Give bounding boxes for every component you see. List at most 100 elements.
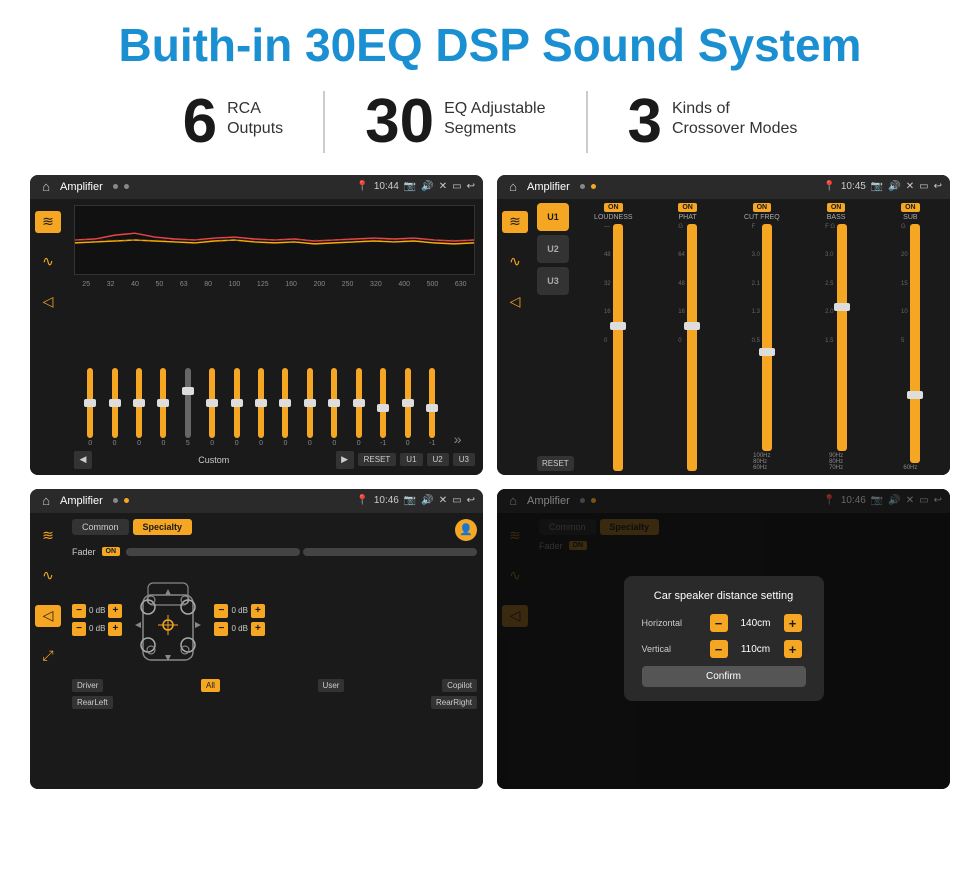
horizontal-plus[interactable]: + bbox=[784, 614, 802, 632]
eq-slider-3[interactable]: 0 bbox=[160, 368, 166, 447]
left-top-minus[interactable]: − bbox=[72, 604, 86, 618]
close-icon-2[interactable]: ✕ bbox=[906, 181, 914, 192]
eq-sidebar-icon[interactable]: ≋ bbox=[35, 211, 61, 233]
eq-next-button[interactable]: ▶ bbox=[336, 451, 354, 469]
eq-slider-9[interactable]: 0 bbox=[307, 368, 313, 447]
home-icon-3[interactable]: ⌂ bbox=[38, 493, 54, 509]
eq-reset-button[interactable]: RESET bbox=[358, 453, 397, 466]
all-button[interactable]: All bbox=[201, 679, 220, 692]
right-bottom-minus[interactable]: − bbox=[214, 622, 228, 636]
eq-slider-6[interactable]: 0 bbox=[234, 368, 240, 447]
fader-wave-icon[interactable]: ∿ bbox=[35, 565, 61, 587]
eq-sliders-row: 0 0 0 0 bbox=[74, 292, 475, 447]
back-icon-3[interactable]: ↩ bbox=[467, 495, 475, 506]
fader-text-label: Fader bbox=[72, 547, 96, 557]
crossover-screen-content: ≋ ∿ ◁ U1 U2 U3 RESET ON bbox=[497, 199, 950, 475]
right-top-minus[interactable]: − bbox=[214, 604, 228, 618]
stats-row: 6 RCA Outputs 30 EQ Adjustable Segments … bbox=[30, 91, 950, 153]
status-right-2: 📍 10:45 📷 🔊 ✕ ▭ ↩ bbox=[823, 181, 942, 192]
eq-slider-7[interactable]: 0 bbox=[258, 368, 264, 447]
eq-slider-11[interactable]: 0 bbox=[356, 368, 362, 447]
eq-u3-button[interactable]: U3 bbox=[453, 453, 475, 466]
param-sub: ON SUB G 20 15 10 5 bbox=[875, 203, 946, 471]
fader-screen: ⌂ Amplifier 📍 10:46 📷 🔊 ✕ ▭ ↩ ≋ ∿ bbox=[30, 489, 483, 789]
eq-left-sidebar: ≋ ∿ ◁ bbox=[30, 199, 66, 475]
eq-slider-1[interactable]: 0 bbox=[112, 368, 118, 447]
eq-slider-8[interactable]: 0 bbox=[282, 368, 288, 447]
param-bass: ON BASS F G 3.0 2.5 2.0 1.5 bbox=[800, 203, 871, 471]
dialog-title: Car speaker distance setting bbox=[642, 590, 806, 602]
dot-3b bbox=[124, 498, 129, 503]
eq-u1-button[interactable]: U1 bbox=[400, 453, 422, 466]
u3-button[interactable]: U3 bbox=[537, 267, 569, 295]
eq-slider-0[interactable]: 0 bbox=[87, 368, 93, 447]
right-speaker-controls: − 0 dB + − 0 dB + bbox=[214, 604, 264, 636]
u1-button[interactable]: U1 bbox=[537, 203, 569, 231]
fader-h-slider2[interactable] bbox=[303, 548, 477, 556]
eq-slider-10[interactable]: 0 bbox=[331, 368, 337, 447]
home-icon-2[interactable]: ⌂ bbox=[505, 179, 521, 195]
eq-graph bbox=[74, 205, 475, 275]
fader-h-slider1[interactable] bbox=[126, 548, 300, 556]
left-bottom-plus[interactable]: + bbox=[108, 622, 122, 636]
phat-slider[interactable] bbox=[687, 224, 697, 471]
eq-slider-13[interactable]: 0 bbox=[405, 368, 411, 447]
confirm-button[interactable]: Confirm bbox=[642, 666, 806, 687]
eq-slider-12[interactable]: -1 bbox=[380, 368, 386, 447]
horizontal-value: 140cm bbox=[736, 618, 776, 629]
u2-button[interactable]: U2 bbox=[537, 235, 569, 263]
left-bottom-minus[interactable]: − bbox=[72, 622, 86, 636]
right-bottom-plus[interactable]: + bbox=[251, 622, 265, 636]
eq-arrow-right[interactable]: » bbox=[454, 431, 462, 447]
eq-prev-button[interactable]: ◀ bbox=[74, 451, 92, 469]
close-icon-3[interactable]: ✕ bbox=[439, 495, 447, 506]
sub-on-badge: ON bbox=[901, 203, 920, 212]
loudness-slider[interactable] bbox=[613, 224, 623, 471]
fader-eq-icon[interactable]: ≋ bbox=[35, 525, 61, 547]
horizontal-row: Horizontal − 140cm + bbox=[642, 614, 806, 632]
xover-eq-icon[interactable]: ≋ bbox=[502, 211, 528, 233]
eq-slider-4[interactable]: 5 bbox=[185, 368, 191, 447]
time-2: 10:45 bbox=[841, 181, 866, 192]
location-icon-1: 📍 bbox=[356, 181, 368, 192]
dialog-overlay: Car speaker distance setting Horizontal … bbox=[497, 489, 950, 789]
wave-sidebar-icon[interactable]: ∿ bbox=[35, 251, 61, 273]
rearleft-button[interactable]: RearLeft bbox=[72, 696, 113, 709]
specialty-tab[interactable]: Specialty bbox=[133, 519, 193, 535]
eq-slider-5[interactable]: 0 bbox=[209, 368, 215, 447]
stat-rca-number: 6 bbox=[183, 91, 217, 153]
cutfreq-label: CUT FREQ bbox=[744, 214, 780, 221]
xover-spk-icon[interactable]: ◁ bbox=[502, 291, 528, 313]
close-icon-1[interactable]: ✕ bbox=[439, 181, 447, 192]
eq-u2-button[interactable]: U2 bbox=[427, 453, 449, 466]
cutfreq-on-badge: ON bbox=[753, 203, 772, 212]
fader-expand-icon[interactable]: ⤢ bbox=[35, 645, 61, 667]
left-top-plus[interactable]: + bbox=[108, 604, 122, 618]
xover-wave-icon[interactable]: ∿ bbox=[502, 251, 528, 273]
right-top-plus[interactable]: + bbox=[251, 604, 265, 618]
vertical-plus[interactable]: + bbox=[784, 640, 802, 658]
speaker-sidebar-icon[interactable]: ◁ bbox=[35, 291, 61, 313]
camera-icon-1: 📷 bbox=[404, 181, 416, 192]
common-tab[interactable]: Common bbox=[72, 519, 129, 535]
eq-slider-2[interactable]: 0 bbox=[136, 368, 142, 447]
user-profile-icon[interactable]: 👤 bbox=[455, 519, 477, 541]
fader-spk-icon[interactable]: ◁ bbox=[35, 605, 61, 627]
fader-car-area: − 0 dB + − 0 dB + bbox=[72, 565, 477, 675]
copilot-button[interactable]: Copilot bbox=[442, 679, 477, 692]
back-icon-2[interactable]: ↩ bbox=[934, 181, 942, 192]
home-icon-1[interactable]: ⌂ bbox=[38, 179, 54, 195]
fader-tabs: Common Specialty bbox=[72, 519, 192, 535]
cutfreq-slider[interactable] bbox=[762, 224, 772, 451]
rearright-button[interactable]: RearRight bbox=[431, 696, 477, 709]
vertical-minus[interactable]: − bbox=[710, 640, 728, 658]
bass-slider[interactable] bbox=[837, 224, 847, 451]
horizontal-minus[interactable]: − bbox=[710, 614, 728, 632]
xover-reset-button[interactable]: RESET bbox=[537, 456, 574, 471]
sub-slider[interactable] bbox=[910, 224, 920, 463]
driver-button[interactable]: Driver bbox=[72, 679, 103, 692]
eq-slider-14[interactable]: -1 bbox=[429, 368, 435, 447]
back-icon-1[interactable]: ↩ bbox=[467, 181, 475, 192]
center-bottom-buttons: All bbox=[201, 679, 220, 692]
user-button[interactable]: User bbox=[318, 679, 345, 692]
